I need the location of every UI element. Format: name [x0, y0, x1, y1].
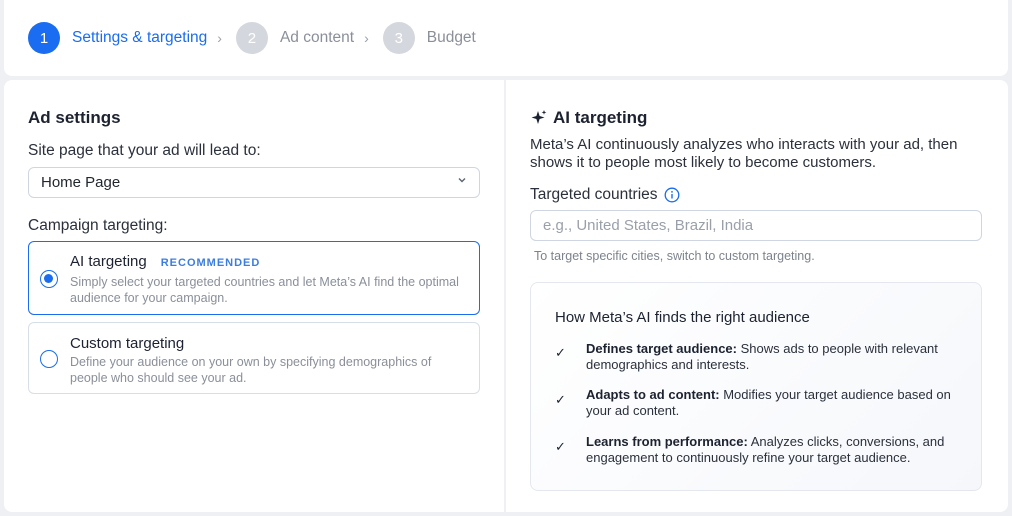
- check-icon: ✓: [555, 345, 566, 360]
- targeted-countries-input[interactable]: [530, 210, 982, 241]
- ai-info-box: How Meta’s AI finds the right audience ✓…: [530, 282, 982, 491]
- chevron-right-icon: ›: [217, 30, 222, 46]
- info-icon[interactable]: [664, 187, 680, 203]
- ai-targeting-option[interactable]: AI targeting RECOMMENDED Simply select yo…: [28, 241, 480, 315]
- step-label-2: Ad content: [279, 29, 355, 46]
- ai-targeting-radio[interactable]: [40, 270, 58, 288]
- ai-targeting-title: AI targeting: [553, 108, 648, 127]
- step-number-1: 1: [28, 22, 60, 54]
- custom-targeting-option-title: Custom targeting: [70, 335, 185, 352]
- check-icon: ✓: [555, 439, 566, 454]
- stepper: 1 Settings & targeting › 2 Ad content › …: [4, 0, 1008, 76]
- recommended-badge: RECOMMENDED: [160, 257, 261, 269]
- bullet-heading: Learns from performance:: [586, 434, 748, 449]
- step-ad-content[interactable]: 2 Ad content: [235, 22, 355, 54]
- bullet-heading: Defines target audience:: [586, 341, 737, 356]
- targeted-countries-label-row: Targeted countries: [530, 186, 680, 204]
- custom-targeting-option-desc: Define your audience on your own by spec…: [70, 355, 432, 385]
- step-label-3: Budget: [426, 29, 476, 46]
- ai-targeting-option-title: AI targeting RECOMMENDED: [70, 253, 260, 270]
- step-number-3: 3: [382, 22, 415, 54]
- ai-targeting-panel: AI targeting Meta’s AI continuously anal…: [506, 80, 1008, 512]
- ai-targeting-description: Meta’s AI continuously analyzes who inte…: [530, 136, 958, 171]
- ai-targeting-header: AI targeting: [530, 108, 647, 128]
- info-box-title: How Meta’s AI finds the right audience: [555, 309, 810, 326]
- sparkle-icon: [530, 109, 548, 127]
- step-settings-targeting[interactable]: 1 Settings & targeting: [28, 22, 207, 54]
- site-page-value: Home Page: [41, 174, 121, 191]
- bullet-item: Learns from performance: Analyzes clicks…: [586, 434, 966, 466]
- chevron-down-icon: [457, 174, 467, 188]
- chevron-right-icon: ›: [364, 30, 369, 46]
- ai-targeting-option-desc: Simply select your targeted countries an…: [70, 275, 459, 305]
- custom-targeting-option[interactable]: Custom targeting Define your audience on…: [28, 322, 480, 394]
- step-budget[interactable]: 3 Budget: [382, 22, 476, 54]
- site-page-label: Site page that your ad will lead to:: [28, 142, 261, 159]
- ad-settings-panel: Ad settings Site page that your ad will …: [4, 80, 504, 512]
- custom-targeting-radio[interactable]: [40, 350, 58, 368]
- site-page-select[interactable]: Home Page: [28, 167, 480, 198]
- step-label-1: Settings & targeting: [72, 29, 208, 46]
- bullet-heading: Adapts to ad content:: [586, 387, 720, 402]
- ai-targeting-option-label: AI targeting: [70, 253, 147, 270]
- bullet-item: Defines target audience: Shows ads to pe…: [586, 341, 966, 373]
- bullet-item: Adapts to ad content: Modifies your targ…: [586, 387, 966, 419]
- check-icon: ✓: [555, 392, 566, 407]
- targeting-hint: To target specific cities, switch to cus…: [534, 249, 815, 263]
- campaign-targeting-label: Campaign targeting:: [28, 217, 168, 234]
- ad-settings-title: Ad settings: [28, 108, 121, 127]
- targeted-countries-label: Targeted countries: [530, 186, 658, 203]
- step-number-2: 2: [235, 22, 268, 54]
